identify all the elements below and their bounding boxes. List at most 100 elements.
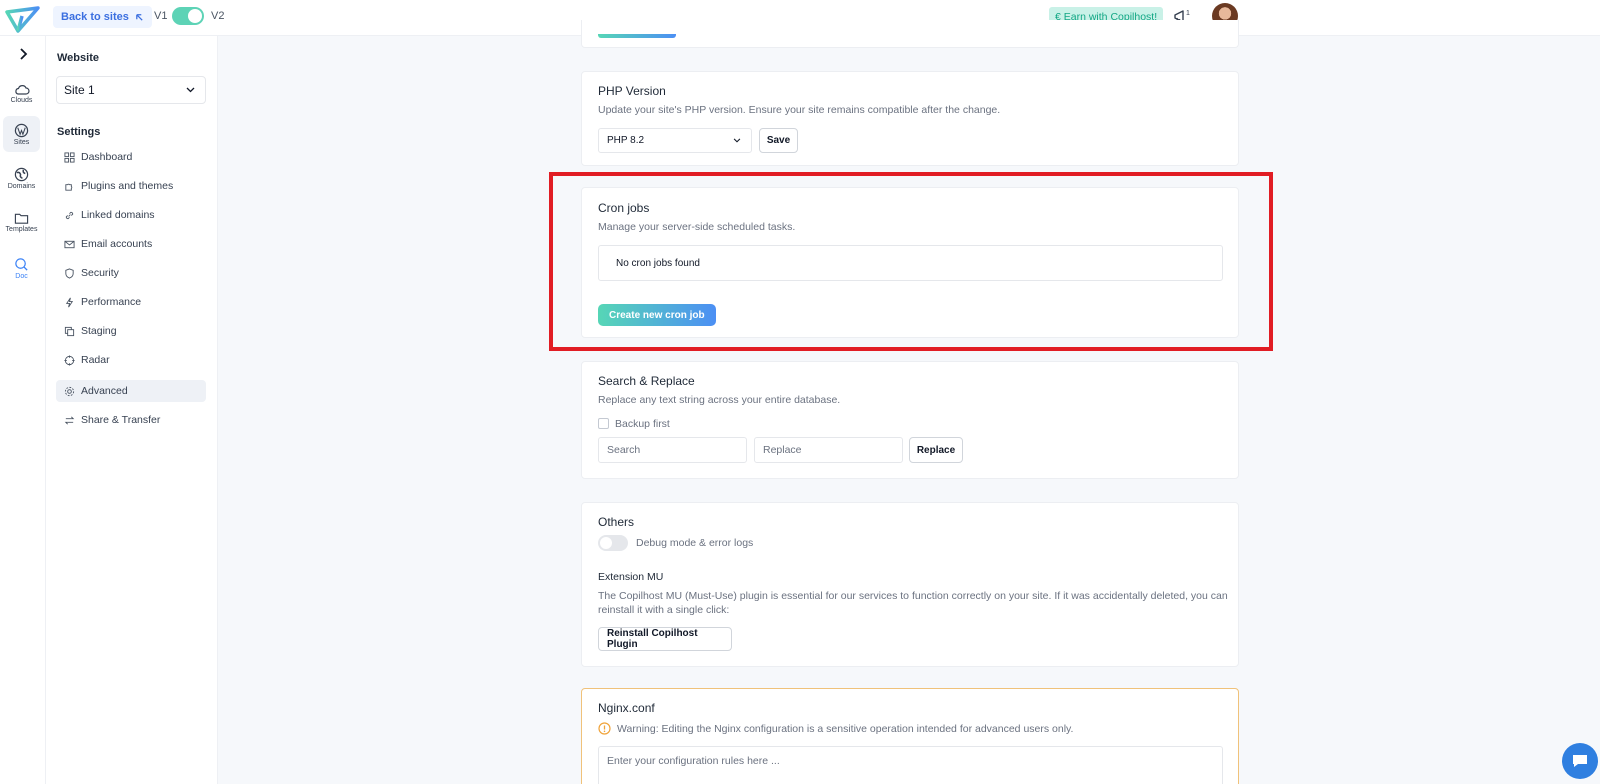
nginx-card: Nginx.conf Warning: Editing the Nginx co… — [581, 688, 1239, 784]
search-replace-card: Search & Replace Replace any text string… — [581, 361, 1239, 479]
sidebar-item-performance[interactable]: Performance — [56, 291, 206, 313]
wordpress-icon — [14, 123, 29, 137]
radar-icon — [64, 354, 75, 366]
icon-rail: Clouds Sites Domains Templates Doc — [0, 36, 46, 784]
sidebar-item-dashboard[interactable]: Dashboard — [56, 146, 206, 168]
search-replace-description: Replace any text string across your enti… — [598, 394, 841, 406]
sidebar-item-label: Advanced — [81, 385, 128, 397]
sidebar-item-label: Linked domains — [81, 209, 155, 221]
chevron-down-icon — [733, 138, 741, 143]
search-icon — [15, 257, 28, 271]
rail-item-doc[interactable]: Doc — [3, 250, 40, 286]
cron-jobs-description: Manage your server-side scheduled tasks. — [598, 221, 796, 233]
debug-mode-toggle[interactable] — [598, 535, 628, 551]
previous-section-card — [581, 20, 1239, 48]
copilhost-logo-icon[interactable] — [4, 4, 42, 34]
cron-jobs-empty-text: No cron jobs found — [616, 257, 700, 269]
rail-label-doc: Doc — [15, 272, 28, 280]
extension-mu-description-line2: reinstall it with a single click: — [598, 604, 730, 616]
v1-label: V1 — [154, 10, 168, 22]
rail-item-clouds[interactable]: Clouds — [3, 76, 40, 112]
search-replace-title: Search & Replace — [598, 374, 695, 388]
cloud-icon — [14, 85, 30, 95]
sidebar-item-advanced[interactable]: Advanced — [56, 380, 206, 402]
sidebar-item-security[interactable]: Security — [56, 262, 206, 284]
chat-icon — [1573, 755, 1587, 767]
reinstall-plugin-button[interactable]: Reinstall Copilhost Plugin — [598, 627, 732, 651]
rail-item-sites[interactable]: Sites — [3, 116, 40, 152]
php-version-description: Update your site's PHP version. Ensure y… — [598, 104, 1001, 116]
sidebar-item-label: Dashboard — [81, 151, 133, 163]
sidebar-item-staging[interactable]: Staging — [56, 320, 206, 342]
php-version-title: PHP Version — [598, 84, 666, 98]
rail-label-domains: Domains — [7, 182, 36, 190]
sidebar-item-label: Email accounts — [81, 238, 153, 250]
previous-section-button[interactable] — [598, 34, 676, 38]
gear-icon — [64, 386, 75, 396]
replace-button[interactable]: Replace — [909, 437, 963, 463]
sidebar-item-label: Share & Transfer — [81, 414, 161, 426]
settings-heading: Settings — [57, 126, 101, 138]
php-save-button[interactable]: Save — [759, 128, 798, 153]
sidebar-item-linked-domains[interactable]: Linked domains — [56, 204, 206, 226]
sidebar-item-label: Radar — [81, 354, 110, 366]
shield-icon — [65, 267, 74, 279]
chevron-right-icon[interactable] — [15, 46, 31, 62]
chat-button[interactable] — [1562, 743, 1598, 779]
back-to-sites-button[interactable]: Back to sites — [53, 6, 152, 28]
bolt-icon — [65, 297, 74, 307]
php-version-value: PHP 8.2 — [607, 135, 645, 146]
nginx-title: Nginx.conf — [598, 701, 655, 715]
globe-icon — [14, 167, 29, 181]
create-cron-job-button[interactable]: Create new cron job — [598, 304, 716, 326]
arrow-up-left-icon — [136, 13, 143, 21]
others-card: Others Debug mode & error logs Extension… — [581, 502, 1239, 667]
sidebar-item-radar[interactable]: Radar — [56, 349, 206, 371]
back-to-sites-label: Back to sites — [61, 11, 129, 23]
notification-count: 1 — [1186, 10, 1190, 17]
copy-icon — [64, 326, 75, 336]
others-title: Others — [598, 515, 635, 529]
backup-first-label: Backup first — [615, 418, 670, 430]
settings-sidebar: Website Site 1 Settings Dashboard Plugin… — [46, 36, 218, 784]
mail-icon — [64, 240, 75, 248]
cron-jobs-title: Cron jobs — [598, 201, 650, 215]
backup-first-checkbox[interactable] — [598, 418, 609, 429]
website-heading: Website — [57, 52, 99, 64]
warning-icon — [598, 722, 611, 735]
sidebar-item-plugins-and-themes[interactable]: Plugins and themes — [56, 175, 206, 197]
sidebar-item-label: Plugins and themes — [81, 180, 174, 192]
rail-label-clouds: Clouds — [10, 97, 33, 104]
search-input[interactable]: Search — [598, 437, 747, 463]
nginx-warning-text: Warning: Editing the Nginx configuration… — [617, 723, 1074, 735]
extension-mu-description-line1: The Copilhost MU (Must-Use) plugin is es… — [598, 590, 1228, 602]
nginx-config-textarea[interactable]: Enter your configuration rules here ... — [598, 746, 1223, 784]
sidebar-item-label: Performance — [81, 296, 142, 308]
rail-item-templates[interactable]: Templates — [3, 204, 40, 240]
replace-input[interactable]: Replace — [754, 437, 903, 463]
rail-label-templates: Templates — [5, 225, 38, 233]
chevron-down-icon — [186, 87, 195, 93]
rail-label-sites: Sites — [13, 138, 30, 146]
debug-mode-label: Debug mode & error logs — [636, 537, 754, 549]
nginx-config-placeholder: Enter your configuration rules here ... — [607, 755, 780, 767]
puzzle-icon — [65, 183, 73, 191]
extension-mu-title: Extension MU — [598, 571, 664, 583]
link-icon — [65, 211, 74, 219]
site-select[interactable]: Site 1 — [56, 76, 206, 104]
php-version-select[interactable]: PHP 8.2 — [598, 128, 752, 153]
rail-item-domains[interactable]: Domains — [3, 160, 40, 196]
sidebar-item-label: Security — [81, 267, 119, 279]
cron-jobs-card: Cron jobs Manage your server-side schedu… — [581, 187, 1239, 338]
transfer-icon — [64, 416, 75, 424]
sidebar-item-email-accounts[interactable]: Email accounts — [56, 233, 206, 255]
cron-jobs-empty-state: No cron jobs found — [598, 245, 1223, 281]
folder-icon — [14, 213, 29, 224]
sidebar-item-label: Staging — [81, 325, 117, 337]
site-select-value: Site 1 — [64, 83, 95, 97]
sidebar-item-share-transfer[interactable]: Share & Transfer — [56, 409, 206, 431]
version-toggle[interactable] — [172, 7, 204, 25]
dashboard-icon — [64, 151, 75, 163]
php-version-card: PHP Version Update your site's PHP versi… — [581, 71, 1239, 166]
v2-label: V2 — [211, 10, 225, 22]
